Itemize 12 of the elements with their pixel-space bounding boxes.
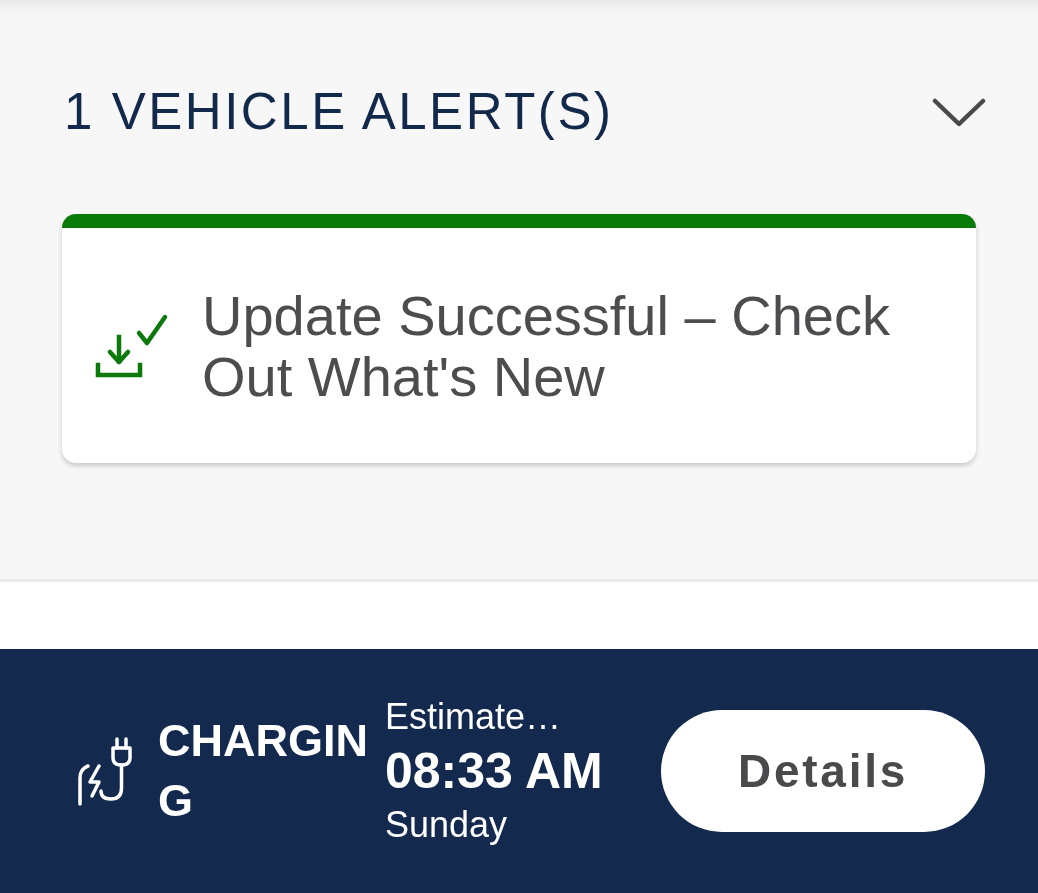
alerts-header-title: 1 VEHICLE ALERT(S)	[64, 82, 614, 142]
charging-status: CHARGING	[158, 714, 368, 828]
estimate-label: Estimate…	[385, 695, 563, 739]
estimated-time: 08:33 AM	[385, 742, 603, 801]
estimated-day: Sunday	[385, 803, 603, 847]
chevron-down-icon	[932, 97, 986, 127]
download-check-icon	[95, 312, 169, 379]
alert-message: Update Successful – Check Out What's New	[202, 284, 891, 407]
charging-plug-icon	[75, 736, 133, 806]
details-button[interactable]: Details	[661, 710, 985, 832]
collapse-toggle-button[interactable]	[932, 97, 986, 127]
alert-card[interactable]: Update Successful – Check Out What's New	[62, 214, 976, 463]
